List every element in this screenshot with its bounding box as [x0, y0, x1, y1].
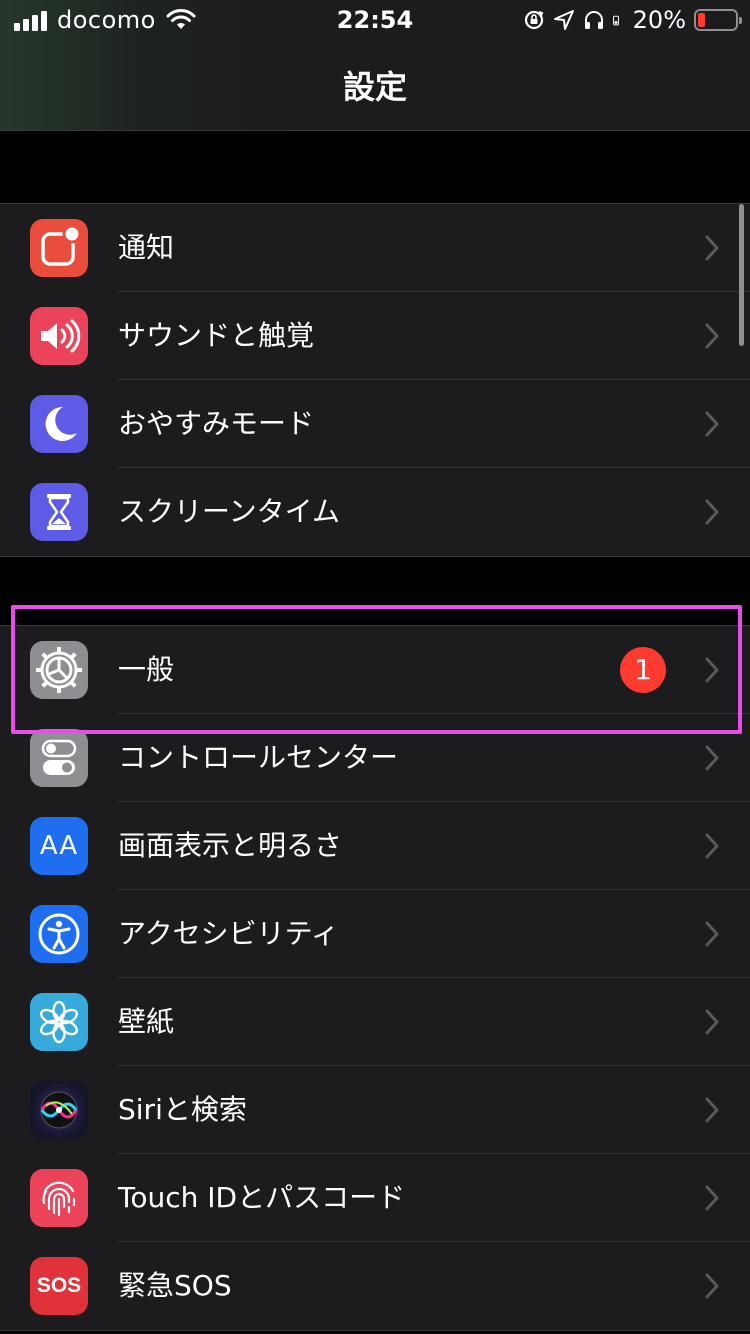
chevron-right-icon — [705, 499, 719, 525]
text-size-icon: AA — [30, 817, 88, 875]
row-label: Touch IDとパスコード — [118, 1181, 406, 1214]
update-badge: 1 — [620, 647, 666, 693]
sos-glyph: SOS — [36, 1274, 82, 1297]
chevron-right-icon — [705, 411, 719, 437]
gear-icon — [30, 641, 88, 699]
text-size-glyph: AA — [39, 831, 79, 861]
headphones-icon — [584, 11, 603, 29]
status-right: 20% — [523, 6, 742, 34]
row-label: 画面表示と明るさ — [118, 829, 343, 862]
row-label: 一般 — [118, 653, 175, 686]
settings-row-do-not-disturb[interactable]: おやすみモード — [0, 380, 750, 468]
chevron-right-icon — [705, 1185, 719, 1211]
settings-row-notifications[interactable]: 通知 — [0, 204, 750, 292]
settings-row-accessibility[interactable]: アクセシビリティ — [0, 890, 750, 978]
row-label: 緊急SOS — [118, 1269, 232, 1302]
row-label: アクセシビリティ — [118, 917, 339, 950]
chevron-right-icon — [705, 1009, 719, 1035]
rotation-lock-icon — [524, 10, 543, 30]
row-label: コントロールセンター — [118, 741, 399, 774]
settings-row-general[interactable]: 一般 1 — [0, 626, 750, 714]
chevron-right-icon — [705, 1273, 719, 1299]
battery-percent: 20% — [632, 6, 686, 34]
headphone-battery-icon — [612, 15, 619, 26]
chevron-right-icon — [705, 833, 719, 859]
accessibility-icon — [30, 905, 88, 963]
row-label: Siriと検索 — [118, 1093, 247, 1126]
row-label: 壁紙 — [118, 1005, 175, 1038]
moon-icon — [30, 395, 88, 453]
chevron-right-icon — [705, 657, 719, 683]
row-label: 通知 — [118, 231, 175, 264]
battery-level — [698, 13, 706, 27]
fingerprint-icon — [30, 1169, 88, 1227]
settings-row-siri[interactable]: Siriと検索 — [0, 1066, 750, 1154]
chevron-right-icon — [705, 1097, 719, 1123]
row-label: サウンドと触覚 — [118, 319, 315, 352]
location-icon — [553, 10, 574, 30]
sos-icon: SOS — [30, 1257, 88, 1315]
settings-row-screen-time[interactable]: スクリーンタイム — [0, 468, 750, 556]
flower-icon — [30, 993, 88, 1051]
siri-icon — [30, 1081, 88, 1139]
battery-icon — [694, 9, 742, 31]
hourglass-icon — [30, 483, 88, 541]
settings-group-2: 一般 1 コントロールセンター AA 画面表示と明るさ アクセシビリティ 壁紙 … — [0, 625, 750, 1331]
row-label: おやすみモード — [118, 407, 315, 440]
status-bar: docomo 22:54 20% — [0, 0, 750, 42]
row-label: スクリーンタイム — [118, 495, 341, 528]
settings-row-display[interactable]: AA 画面表示と明るさ — [0, 802, 750, 890]
chevron-right-icon — [705, 235, 719, 261]
settings-row-emergency-sos[interactable]: SOS 緊急SOS — [0, 1242, 750, 1330]
settings-row-touch-id[interactable]: Touch IDとパスコード — [0, 1154, 750, 1242]
settings-row-sounds[interactable]: サウンドと触覚 — [0, 292, 750, 380]
chevron-right-icon — [705, 921, 719, 947]
settings-row-wallpaper[interactable]: 壁紙 — [0, 978, 750, 1066]
notifications-icon — [30, 219, 88, 277]
settings-group-1: 通知 サウンドと触覚 おやすみモード スクリーンタイム — [0, 203, 750, 557]
page-title: 設定 — [342, 68, 407, 106]
chevron-right-icon — [705, 745, 719, 771]
sound-icon — [30, 307, 88, 365]
scrollbar[interactable] — [739, 204, 744, 346]
navigation-header: docomo 22:54 20% 設定 — [0, 0, 750, 131]
chevron-right-icon — [705, 323, 719, 349]
settings-row-control-center[interactable]: コントロールセンター — [0, 714, 750, 802]
toggle-icon — [30, 729, 88, 787]
